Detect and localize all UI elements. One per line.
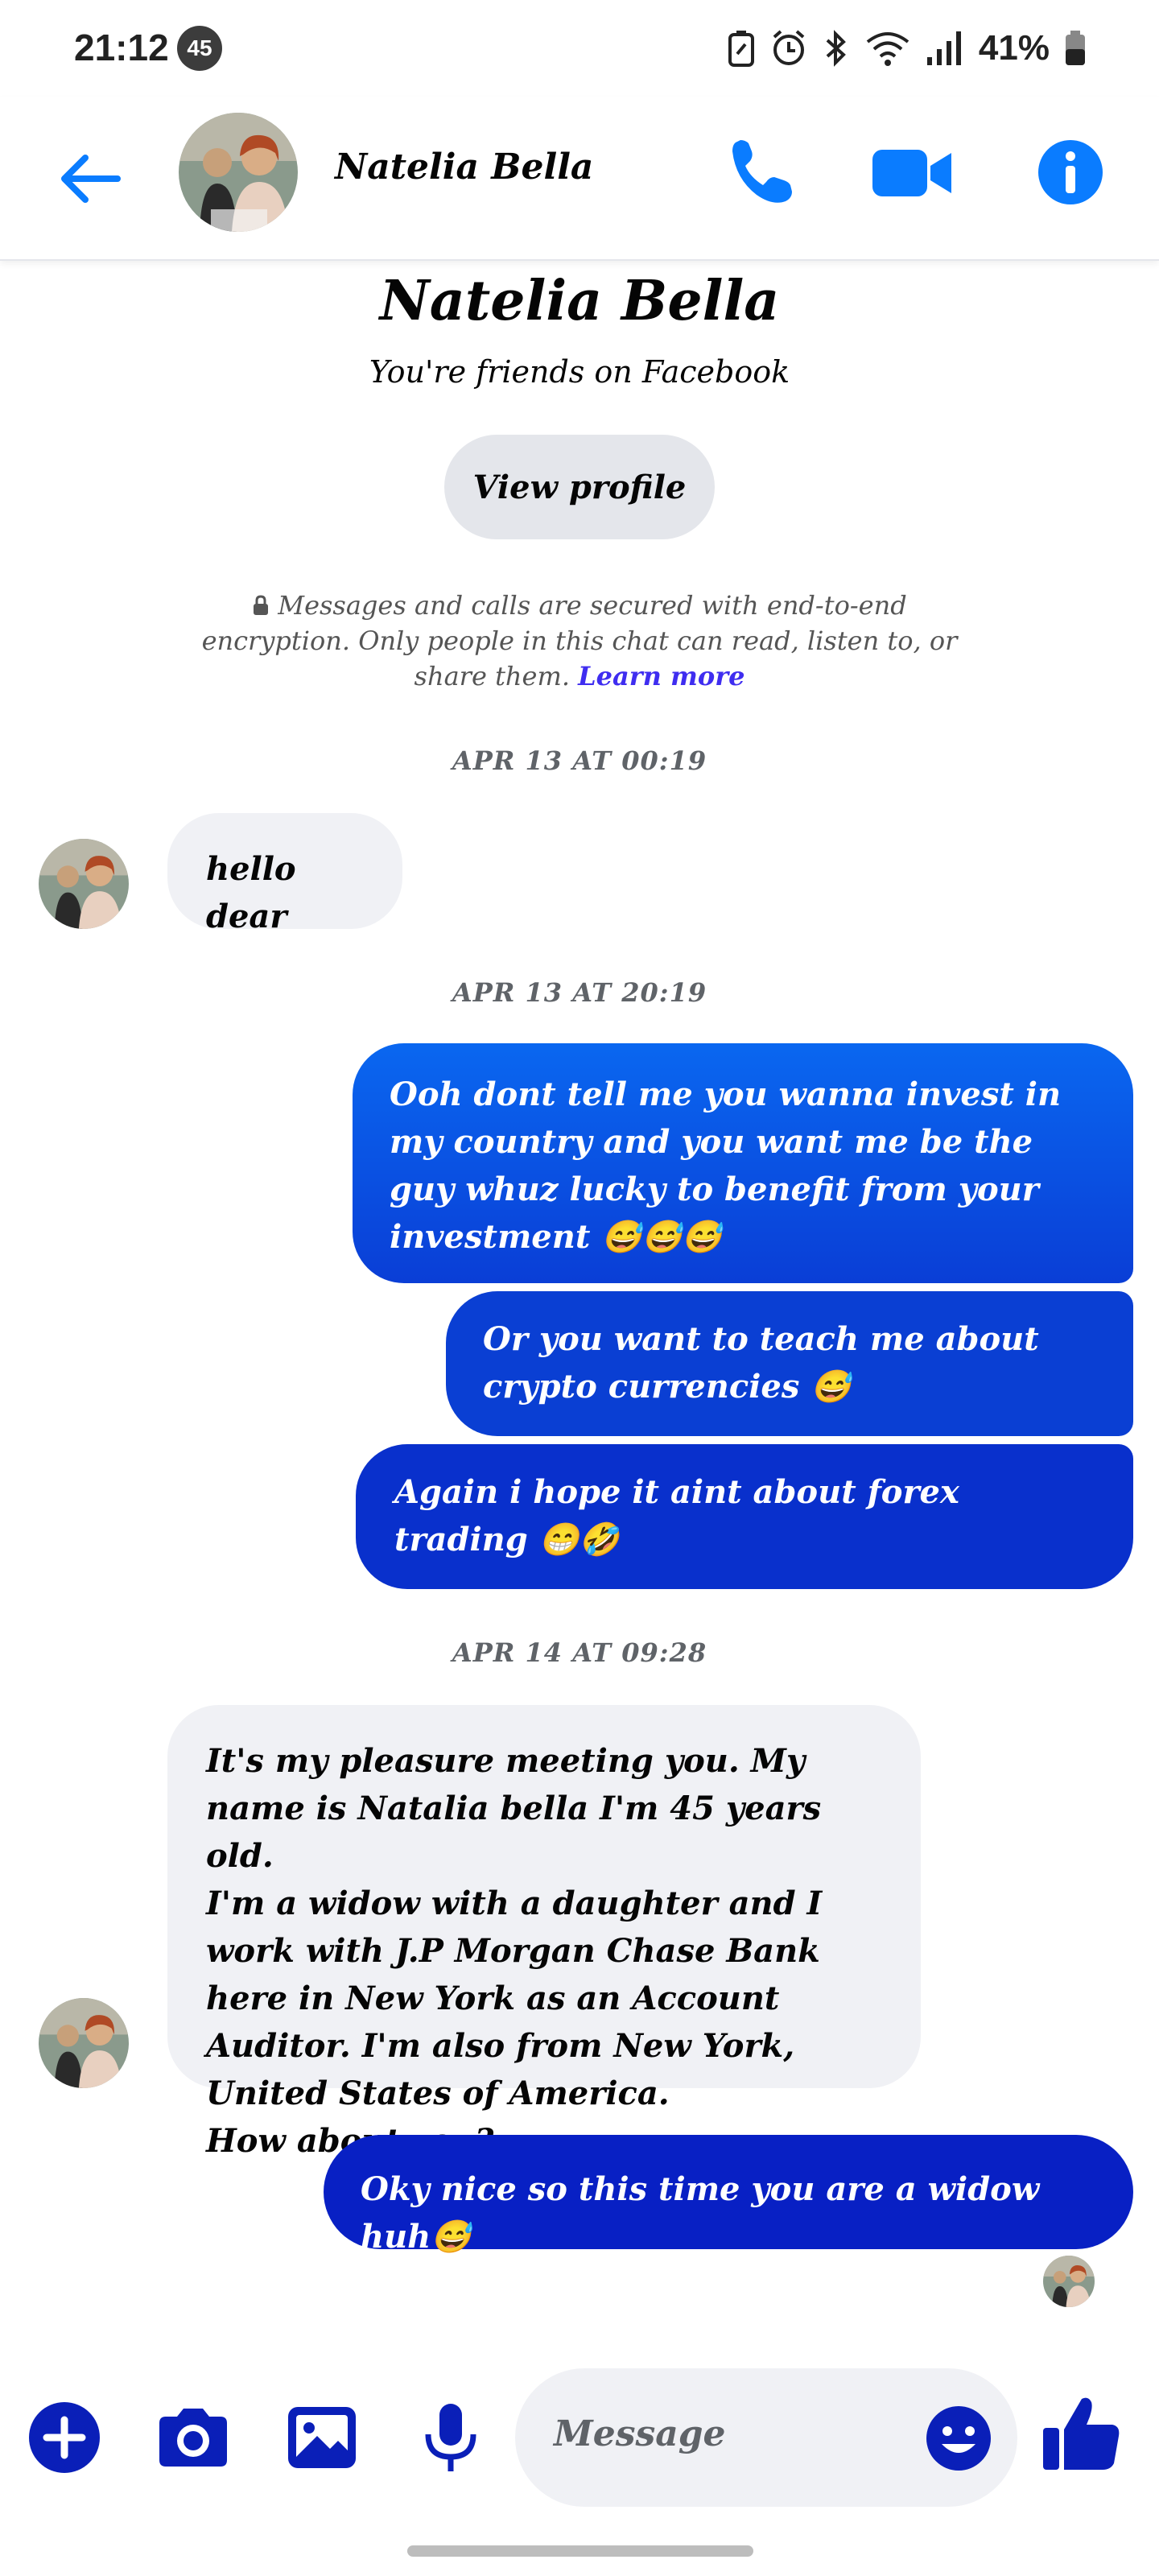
notification-count-badge: 45	[177, 26, 222, 71]
sender-avatar[interactable]	[39, 839, 129, 929]
video-camera-icon	[872, 150, 951, 196]
header-contact-name[interactable]: Natelia Bella	[335, 147, 593, 188]
voice-message-button[interactable]	[410, 2397, 491, 2478]
chat-header: Natelia Bella	[0, 97, 1159, 261]
learn-more-link[interactable]: Learn more	[578, 661, 744, 691]
lock-icon	[254, 595, 269, 615]
outgoing-message[interactable]: Or you want to teach me about crypto cur…	[446, 1291, 1133, 1436]
encryption-notice: Messages and calls are secured with end-…	[177, 588, 982, 694]
contact-avatar[interactable]	[179, 113, 298, 232]
intro-contact-name: Natelia Bella	[379, 269, 780, 333]
battery-icon	[1066, 31, 1085, 65]
message-timestamp: APR 13 AT 00:19	[452, 745, 707, 776]
bluetooth-icon	[826, 30, 846, 67]
gallery-button[interactable]	[282, 2397, 362, 2478]
phone-icon	[732, 140, 792, 203]
outgoing-message[interactable]: Ooh dont tell me you wanna invest in my …	[353, 1043, 1133, 1283]
conversation-info-button[interactable]	[1030, 132, 1111, 213]
incoming-message[interactable]: hello dear	[167, 813, 402, 935]
battery-saver-icon	[728, 31, 754, 67]
plus-icon	[29, 2402, 100, 2473]
camera-icon	[159, 2409, 227, 2467]
status-icons: 41%	[728, 24, 1087, 72]
incoming-message[interactable]: It's my pleasure meeting you. My name is…	[167, 1705, 921, 2160]
friendship-status: You're friends on Facebook	[369, 354, 790, 390]
message-timestamp: APR 14 AT 09:28	[452, 1637, 707, 1668]
video-call-button[interactable]	[869, 132, 958, 213]
seen-receipt-avatar	[1043, 2256, 1095, 2307]
sender-avatar[interactable]	[39, 1998, 129, 2088]
alarm-icon	[773, 30, 805, 65]
message-input[interactable]: Message	[515, 2368, 1017, 2507]
like-button[interactable]	[1038, 2389, 1127, 2478]
camera-button[interactable]	[153, 2397, 233, 2478]
info-icon	[1038, 140, 1103, 204]
thumbs-up-icon	[1043, 2397, 1120, 2470]
signal-icon	[926, 31, 961, 65]
back-button[interactable]	[53, 142, 127, 216]
battery-percent: 41%	[978, 28, 1050, 68]
message-timestamp: APR 13 AT 20:19	[452, 977, 707, 1008]
emoji-icon	[926, 2406, 991, 2471]
status-bar: 21:12 45 41%	[0, 0, 1159, 97]
wifi-icon	[866, 32, 909, 66]
message-composer: Message	[0, 2351, 1159, 2512]
microphone-icon	[425, 2404, 476, 2471]
emoji-button[interactable]	[922, 2402, 995, 2475]
gesture-navigation-bar[interactable]	[407, 2545, 753, 2557]
outgoing-message[interactable]: Again i hope it aint about forex trading…	[356, 1444, 1133, 1589]
more-actions-button[interactable]	[24, 2397, 105, 2478]
arrow-left-icon	[61, 155, 121, 203]
image-icon	[288, 2407, 356, 2468]
audio-call-button[interactable]	[721, 132, 802, 213]
status-time: 21:12	[74, 27, 169, 68]
view-profile-button[interactable]: View profile	[444, 435, 715, 539]
outgoing-message[interactable]: Oky nice so this time you are a widow hu…	[324, 2135, 1133, 2256]
message-placeholder: Message	[554, 2413, 726, 2454]
